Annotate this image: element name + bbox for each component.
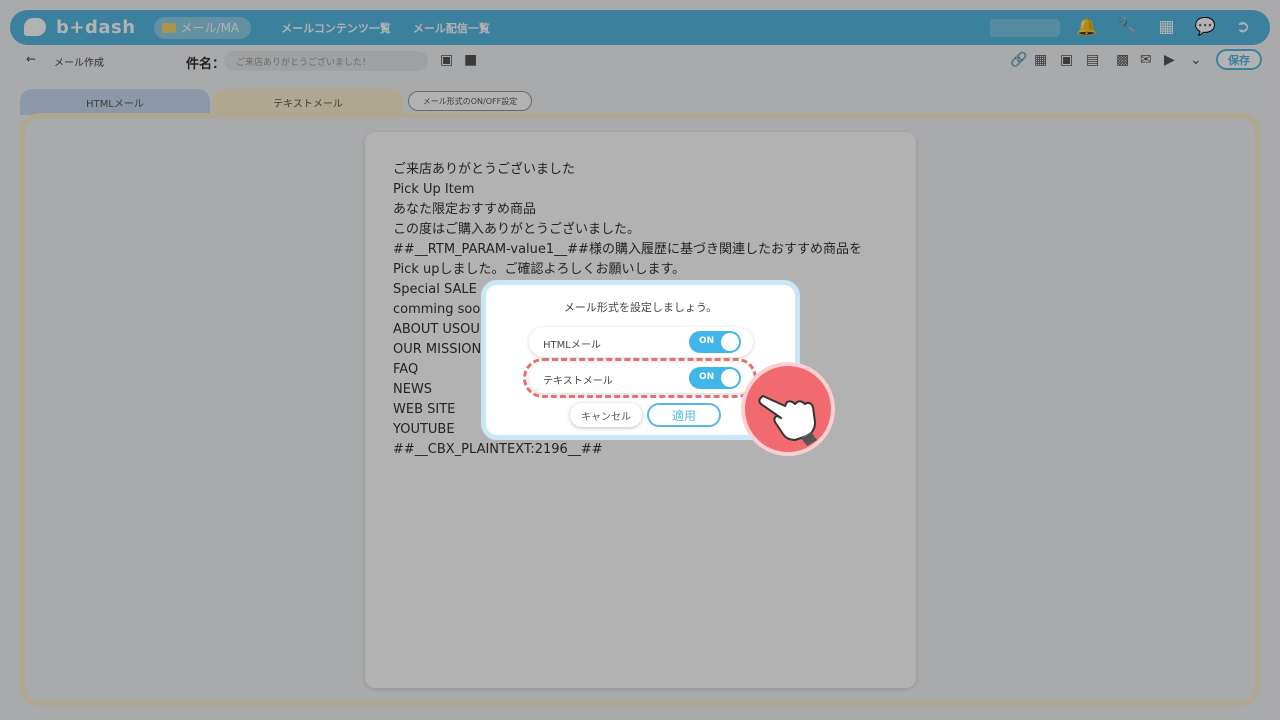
highlight-dashed-outline: [523, 358, 757, 398]
html-mail-row: HTMLメール ON: [529, 327, 753, 357]
cancel-button[interactable]: キャンセル: [570, 403, 642, 427]
hand-illustration: [758, 395, 817, 446]
toggle-state: ON: [699, 336, 715, 346]
html-mail-toggle[interactable]: ON: [689, 331, 741, 353]
html-mail-label: HTMLメール: [543, 340, 601, 351]
apply-button[interactable]: 適用: [647, 403, 721, 427]
pointing-hand-icon: [741, 362, 835, 456]
toggle-knob: [721, 333, 739, 351]
dialog-title: メール形式を設定しましょう。: [563, 301, 718, 314]
